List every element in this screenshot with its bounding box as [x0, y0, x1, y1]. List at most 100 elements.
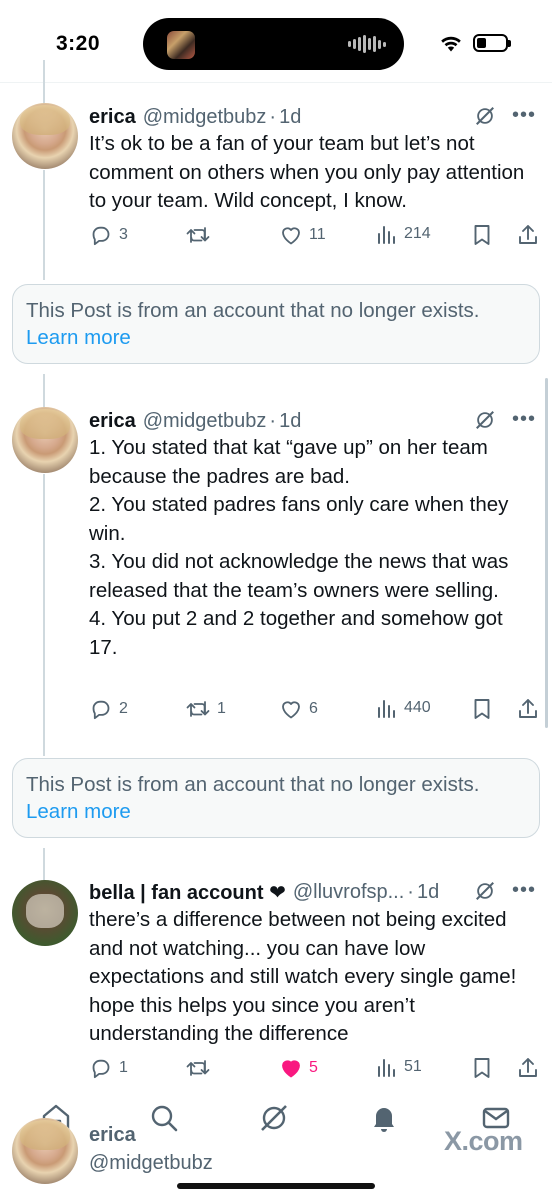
- share-icon: [519, 1058, 537, 1077]
- notice-text: This Post is from an account that no lon…: [26, 299, 480, 322]
- reply-button[interactable]: 2: [89, 697, 128, 721]
- repost-button[interactable]: [185, 223, 217, 247]
- tweet-paragraph: 4. You put 2 and 2 together and somehow …: [89, 607, 503, 659]
- tweet-paragraph: 1. You stated that kat “gave up” on her …: [89, 436, 488, 488]
- avatar[interactable]: [12, 407, 78, 473]
- tweet-paragraph: 2. You stated padres fans only care when…: [89, 493, 509, 545]
- account-name: erica: [89, 1124, 136, 1146]
- bottom-navigation: erica @midgetbubz X.com: [0, 1084, 552, 1200]
- tweet-author-name[interactable]: erica: [89, 410, 136, 433]
- separator-dot: ·: [269, 409, 277, 432]
- view-count: 214: [404, 225, 431, 242]
- views-icon: [378, 700, 395, 718]
- tweet-header: erica @midgetbubz · 1d •••: [89, 103, 536, 131]
- share-icon: [519, 699, 537, 718]
- tweet-header: bella | fan account ❤ @lluvrofsp... · 1d…: [89, 878, 536, 906]
- like-button[interactable]: 5: [279, 1056, 318, 1080]
- grok-icon[interactable]: [258, 1102, 290, 1134]
- views-icon: [378, 1059, 395, 1077]
- views-button[interactable]: 51: [376, 1056, 422, 1078]
- learn-more-link[interactable]: Learn more: [26, 798, 526, 825]
- views-button[interactable]: 440: [376, 697, 431, 719]
- more-options-icon[interactable]: •••: [512, 409, 536, 429]
- now-playing-thumbnail: [167, 31, 195, 59]
- learn-more-link[interactable]: Learn more: [26, 324, 526, 351]
- bookmark-button[interactable]: [471, 697, 493, 721]
- tweet-author-handle[interactable]: @midgetbubz: [143, 410, 267, 433]
- tweet-time[interactable]: 1d: [279, 410, 301, 433]
- tweet-author-name[interactable]: erica: [89, 106, 136, 129]
- notice-text: This Post is from an account that no lon…: [26, 773, 480, 796]
- tweet-paragraph: there’s a difference between not being e…: [89, 908, 517, 1045]
- tweet-time[interactable]: 1d: [279, 106, 301, 129]
- reply-count: 3: [119, 226, 128, 243]
- tweet-text: there’s a difference between not being e…: [89, 906, 528, 1049]
- tweet-actions: 2 1 6 440: [89, 697, 538, 727]
- separator-dot: ·: [269, 105, 277, 128]
- bookmark-icon: [474, 225, 490, 245]
- account-avatar[interactable]: [12, 1118, 78, 1184]
- like-count: 6: [309, 700, 318, 717]
- home-indicator[interactable]: [177, 1183, 375, 1189]
- avatar[interactable]: [12, 103, 78, 169]
- reply-count: 2: [119, 700, 128, 717]
- tweet-paragraph: It’s ok to be a fan of your team but let…: [89, 132, 525, 212]
- tweet[interactable]: erica @midgetbubz · 1d ••• 1. You stated…: [0, 407, 552, 737]
- heart-icon: [282, 227, 300, 245]
- grok-icon[interactable]: [474, 880, 496, 902]
- tweet-text: It’s ok to be a fan of your team but let…: [89, 130, 528, 216]
- grok-icon[interactable]: [474, 409, 496, 431]
- dynamic-island[interactable]: [143, 18, 404, 70]
- repost-button[interactable]: 1: [185, 697, 226, 721]
- share-button[interactable]: [516, 697, 540, 721]
- repost-button[interactable]: [185, 1056, 217, 1080]
- repost-icon: [186, 1060, 210, 1076]
- unavailable-post-notice: This Post is from an account that no lon…: [12, 758, 540, 838]
- tweet-author-handle[interactable]: @lluvrofsp...: [293, 881, 404, 904]
- tweet-paragraph: 3. You did not acknowledge the news that…: [89, 550, 509, 602]
- tweet-author-handle[interactable]: @midgetbubz: [143, 106, 267, 129]
- more-options-icon[interactable]: •••: [512, 880, 536, 900]
- thread-line: [43, 60, 45, 104]
- tweet[interactable]: erica @midgetbubz · 1d ••• It’s ok to be…: [0, 103, 552, 263]
- tweet-author-name[interactable]: bella | fan account ❤: [89, 880, 286, 905]
- bookmark-icon: [474, 1058, 490, 1078]
- scrollbar[interactable]: [545, 378, 548, 728]
- reply-count: 1: [119, 1059, 128, 1076]
- separator-dot: ·: [407, 880, 414, 903]
- unavailable-post-notice: This Post is from an account that no lon…: [12, 284, 540, 364]
- like-button[interactable]: 6: [279, 697, 318, 721]
- tweet-actions: 1 5 51: [89, 1056, 538, 1086]
- bookmark-button[interactable]: [471, 223, 493, 247]
- views-button[interactable]: 214: [376, 223, 431, 245]
- audio-wave-icon: [348, 35, 386, 53]
- tweet[interactable]: bella | fan account ❤ @lluvrofsp... · 1d…: [0, 878, 552, 1084]
- battery-icon: [473, 34, 511, 52]
- like-count: 11: [309, 226, 326, 243]
- grok-icon[interactable]: [474, 105, 496, 127]
- like-count: 5: [309, 1059, 318, 1076]
- heart-icon: [282, 701, 300, 719]
- more-options-icon[interactable]: •••: [512, 105, 536, 125]
- tweet-time[interactable]: 1d: [417, 881, 439, 904]
- like-button[interactable]: 11: [279, 223, 326, 247]
- share-button[interactable]: [516, 223, 540, 247]
- search-icon[interactable]: [148, 1102, 180, 1134]
- status-bar: 3:20: [0, 0, 552, 90]
- reply-icon: [92, 1059, 110, 1079]
- reply-icon: [92, 700, 110, 720]
- share-icon: [519, 225, 537, 244]
- avatar[interactable]: [12, 880, 78, 946]
- notifications-icon[interactable]: [368, 1102, 400, 1134]
- repost-count: 1: [217, 700, 226, 717]
- x-com-watermark: X.com: [444, 1126, 523, 1156]
- reply-button[interactable]: 3: [89, 223, 128, 247]
- account-handle: @midgetbubz: [89, 1152, 213, 1174]
- repost-icon: [186, 701, 210, 717]
- reply-icon: [92, 226, 110, 246]
- tweet-header: erica @midgetbubz · 1d •••: [89, 407, 536, 435]
- share-button[interactable]: [516, 1056, 540, 1080]
- bookmark-button[interactable]: [471, 1056, 493, 1080]
- tweet-text: 1. You stated that kat “gave up” on her …: [89, 434, 528, 662]
- reply-button[interactable]: 1: [89, 1056, 128, 1080]
